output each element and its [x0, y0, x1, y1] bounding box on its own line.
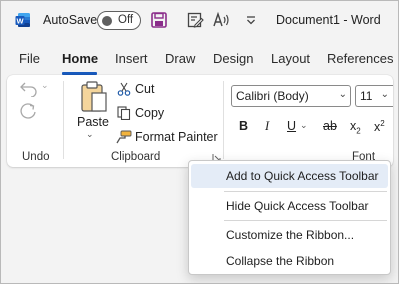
ribbon-tabs: File Home Insert Draw Design Layout Refe… [1, 45, 398, 75]
copy-button[interactable]: Copy [135, 106, 164, 120]
bold-button[interactable]: B [239, 119, 248, 133]
tab-layout[interactable]: Layout [271, 51, 310, 66]
paste-dropdown-icon[interactable]: ⌄ [86, 129, 94, 140]
copy-icon [117, 106, 131, 120]
redo-icon[interactable] [19, 103, 39, 121]
tab-insert[interactable]: Insert [115, 51, 148, 66]
document-title: Document1 - Word [276, 13, 381, 27]
clipboard-group-label: Clipboard [111, 151, 161, 163]
svg-text:W: W [16, 16, 24, 25]
font-name-box[interactable]: Calibri (Body) ⌄ [231, 85, 351, 107]
menu-item-add-to-qat[interactable]: Add to Quick Access Toolbar [191, 164, 388, 188]
undo-dropdown-icon[interactable]: ⌄ [41, 80, 49, 91]
subscript-button[interactable]: x2 [350, 119, 361, 136]
superscript-mark: 2 [380, 119, 385, 128]
underline-dropdown-icon[interactable]: ⌄ [300, 120, 308, 131]
chevron-down-icon: ⌄ [338, 89, 347, 100]
italic-button[interactable]: I [265, 119, 269, 134]
font-size-box[interactable]: 11 ⌄ [355, 85, 393, 107]
paste-icon[interactable] [78, 79, 108, 115]
strikethrough-button[interactable]: ab [323, 119, 337, 133]
subscript-mark: 2 [356, 126, 361, 136]
ribbon: ⌄ Undo Paste ⌄ Cut Copy Format Painter C… [7, 75, 393, 167]
chevron-down-icon: ⌄ [380, 89, 389, 100]
undo-group-label: Undo [22, 151, 50, 163]
title-bar: W AutoSave Off Document1 - Word [1, 1, 398, 39]
group-separator [63, 81, 64, 159]
menu-item-collapse-ribbon[interactable]: Collapse the Ribbon [191, 249, 388, 273]
menu-item-label: Customize the Ribbon... [226, 228, 355, 242]
menu-separator [224, 220, 387, 221]
menu-item-hide-qat[interactable]: Hide Quick Access Toolbar [191, 194, 388, 218]
tab-draw[interactable]: Draw [165, 51, 195, 66]
read-aloud-icon[interactable] [212, 11, 230, 29]
tab-design[interactable]: Design [213, 51, 253, 66]
font-size-value: 11 [360, 89, 373, 103]
menu-item-customize-ribbon[interactable]: Customize the Ribbon... [191, 223, 388, 247]
save-icon[interactable] [150, 11, 168, 29]
autosave-state: Off [118, 13, 134, 26]
editor-icon[interactable] [186, 11, 204, 29]
font-name-value: Calibri (Body) [236, 89, 309, 103]
paste-label[interactable]: Paste [77, 115, 109, 129]
autosave-label: AutoSave [43, 13, 98, 27]
group-separator [223, 81, 224, 159]
tab-home[interactable]: Home [62, 51, 98, 66]
menu-separator [224, 191, 387, 192]
superscript-button[interactable]: x2 [374, 119, 385, 134]
format-painter-button[interactable]: Format Painter [135, 130, 218, 144]
word-logo-icon: W [15, 13, 30, 27]
toggle-knob [102, 15, 112, 26]
undo-icon[interactable] [19, 79, 39, 97]
ribbon-context-menu: Add to Quick Access Toolbar Hide Quick A… [188, 160, 391, 275]
menu-item-label: Collapse the Ribbon [226, 254, 335, 268]
menu-item-label: Hide Quick Access Toolbar [226, 199, 369, 213]
menu-item-label: Add to Quick Access Toolbar [226, 169, 379, 183]
underline-button[interactable]: U [287, 119, 296, 133]
customize-qat-icon[interactable] [242, 11, 260, 29]
autosave-toggle[interactable]: Off [97, 11, 141, 30]
word-window: W AutoSave Off Document1 - Word File Hom… [0, 0, 399, 284]
tab-references[interactable]: References [327, 51, 393, 66]
tab-file[interactable]: File [19, 51, 40, 66]
cut-button[interactable]: Cut [135, 82, 154, 96]
cut-icon [117, 82, 131, 96]
format-painter-icon [116, 130, 132, 144]
